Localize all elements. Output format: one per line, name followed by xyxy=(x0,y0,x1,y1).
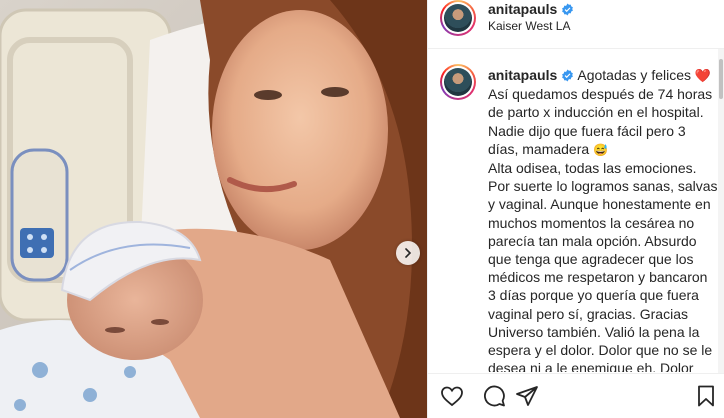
caption-avatar[interactable] xyxy=(440,64,476,100)
carousel-next-button[interactable] xyxy=(396,241,420,265)
scrollbar-thumb[interactable] xyxy=(719,59,723,99)
post-location[interactable]: Kaiser West LA xyxy=(488,19,570,33)
sweat-smile-emoji: 😅 xyxy=(593,142,609,157)
post-side-panel: anitapauls Kaiser West LA anitapauls Ago… xyxy=(427,0,724,418)
author-username[interactable]: anitapauls xyxy=(488,1,557,17)
post-actions-bar xyxy=(428,373,724,418)
caption-username[interactable]: anitapauls xyxy=(488,67,557,83)
chevron-right-icon xyxy=(405,248,412,258)
caption-scrollbar[interactable] xyxy=(718,49,724,373)
verified-badge-icon xyxy=(562,3,574,16)
caption-body: Alta odisea, todas las emociones. Por su… xyxy=(488,160,718,372)
verified-badge-icon xyxy=(562,69,574,82)
bookmark-icon[interactable] xyxy=(694,384,718,408)
post-header: anitapauls Kaiser West LA xyxy=(428,0,724,49)
post-photo[interactable] xyxy=(0,0,427,418)
caption-lead: Agotadas y felices xyxy=(577,67,691,83)
photo-image xyxy=(0,0,427,418)
heart-outline-icon[interactable] xyxy=(440,384,464,408)
author-avatar[interactable] xyxy=(440,0,476,36)
post-caption: anitapauls Agotadas y felices ❤️ Así que… xyxy=(488,66,718,372)
comment-icon[interactable] xyxy=(482,384,506,408)
paper-plane-icon[interactable] xyxy=(515,384,539,408)
author-username-line: anitapauls xyxy=(488,1,574,17)
heart-emoji: ❤️ xyxy=(694,68,712,83)
